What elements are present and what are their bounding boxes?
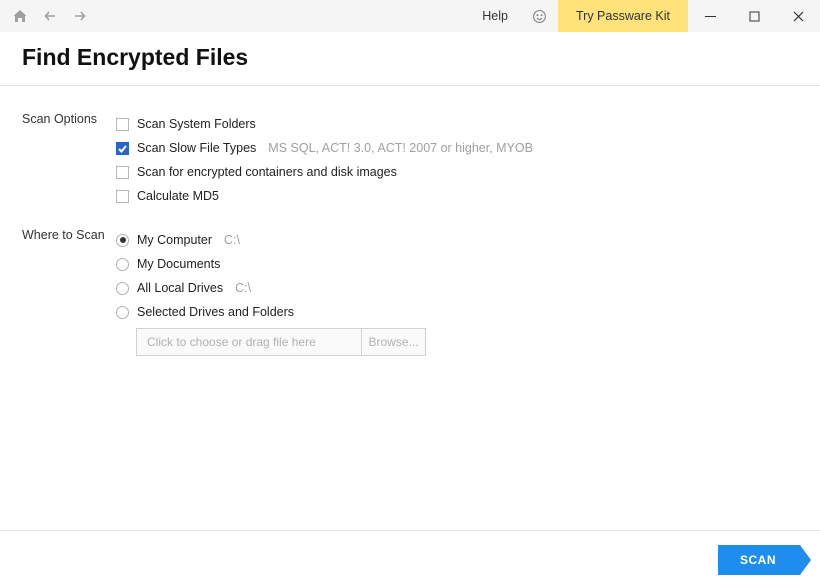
titlebar-actions: Help Try Passware Kit: [468, 0, 820, 32]
checkbox-icon[interactable]: [116, 142, 129, 155]
path-selector: Browse...: [136, 328, 426, 356]
browse-button[interactable]: Browse...: [361, 329, 425, 355]
where-to-scan-section: Where to Scan My Computer C:\ My Documen…: [22, 228, 798, 356]
option-label: Scan System Folders: [137, 117, 256, 131]
option-calculate-md5[interactable]: Calculate MD5: [116, 184, 798, 208]
scan-button[interactable]: SCAN: [718, 545, 800, 575]
option-label: Scan for encrypted containers and disk i…: [137, 165, 397, 179]
header: Find Encrypted Files: [0, 32, 820, 85]
titlebar: Help Try Passware Kit: [0, 0, 820, 32]
scan-options-list: Scan System Folders Scan Slow File Types…: [116, 112, 798, 208]
option-hint: C:\: [224, 233, 240, 247]
option-scan-system-folders[interactable]: Scan System Folders: [116, 112, 798, 136]
nav-controls: [0, 0, 88, 32]
radio-my-computer[interactable]: My Computer C:\: [116, 228, 798, 252]
checkbox-icon[interactable]: [116, 166, 129, 179]
where-to-scan-label: Where to Scan: [22, 228, 116, 242]
option-label: Calculate MD5: [137, 189, 219, 203]
radio-icon[interactable]: [116, 282, 129, 295]
radio-icon[interactable]: [116, 258, 129, 271]
option-scan-slow-file-types[interactable]: Scan Slow File Types MS SQL, ACT! 3.0, A…: [116, 136, 798, 160]
content: Scan Options Scan System Folders Scan Sl…: [0, 86, 820, 356]
home-icon[interactable]: [12, 8, 28, 24]
page-title: Find Encrypted Files: [22, 44, 798, 71]
footer: SCAN: [0, 530, 820, 588]
radio-all-local-drives[interactable]: All Local Drives C:\: [116, 276, 798, 300]
radio-icon[interactable]: [116, 306, 129, 319]
close-icon[interactable]: [776, 0, 820, 32]
back-icon[interactable]: [42, 8, 58, 24]
option-label: Scan Slow File Types: [137, 141, 256, 155]
minimize-icon[interactable]: [688, 0, 732, 32]
checkbox-icon[interactable]: [116, 190, 129, 203]
radio-my-documents[interactable]: My Documents: [116, 252, 798, 276]
option-label: My Computer: [137, 233, 212, 247]
radio-selected-drives[interactable]: Selected Drives and Folders: [116, 300, 798, 324]
try-passware-button[interactable]: Try Passware Kit: [558, 0, 688, 32]
checkbox-icon[interactable]: [116, 118, 129, 131]
forward-icon[interactable]: [72, 8, 88, 24]
scan-options-label: Scan Options: [22, 112, 116, 126]
scan-options-section: Scan Options Scan System Folders Scan Sl…: [22, 112, 798, 208]
option-label: Selected Drives and Folders: [137, 305, 294, 319]
option-hint: MS SQL, ACT! 3.0, ACT! 2007 or higher, M…: [268, 141, 533, 155]
option-label: My Documents: [137, 257, 220, 271]
option-scan-encrypted-containers[interactable]: Scan for encrypted containers and disk i…: [116, 160, 798, 184]
option-hint: C:\: [235, 281, 251, 295]
maximize-icon[interactable]: [732, 0, 776, 32]
feedback-icon[interactable]: [522, 0, 558, 32]
radio-icon[interactable]: [116, 234, 129, 247]
path-input[interactable]: [137, 329, 361, 355]
option-label: All Local Drives: [137, 281, 223, 295]
where-to-scan-list: My Computer C:\ My Documents All Local D…: [116, 228, 798, 356]
help-button[interactable]: Help: [468, 0, 522, 32]
